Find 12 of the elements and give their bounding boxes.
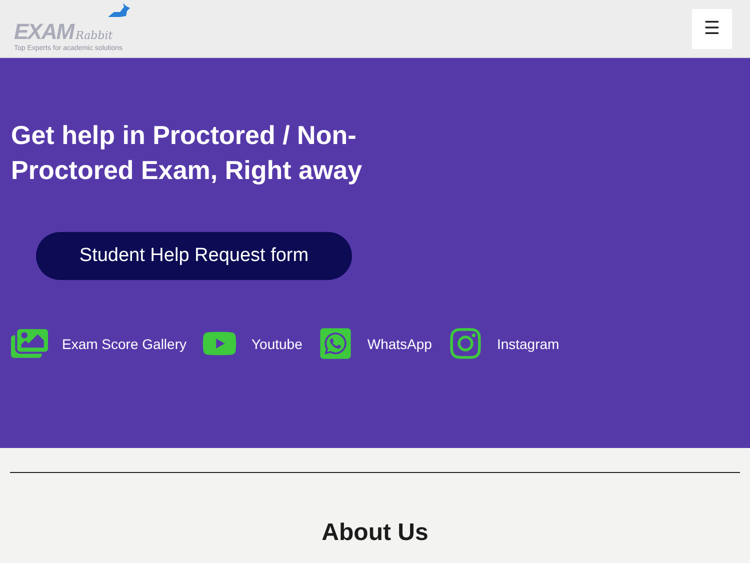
camera-icon [448, 326, 483, 361]
logo-text: EXAM [14, 19, 74, 44]
menu-button[interactable]: ☰ [692, 8, 732, 48]
social-link[interactable]: Instagram [448, 326, 560, 361]
logo-script-text: Rabbit [76, 29, 113, 42]
hero-heading: Get help in Proctored / Non-Proctored Exam, Right away [11, 119, 364, 187]
social-link[interactable]: Youtube [202, 326, 302, 361]
social-link[interactable]: WhatsApp [318, 326, 432, 361]
social-link[interactable]: Exam Score Gallery [11, 325, 186, 362]
request-form-button[interactable]: Student Help Request form [36, 232, 352, 280]
chat-bubble-icon [318, 326, 354, 361]
section-heading: About Us [320, 519, 430, 547]
